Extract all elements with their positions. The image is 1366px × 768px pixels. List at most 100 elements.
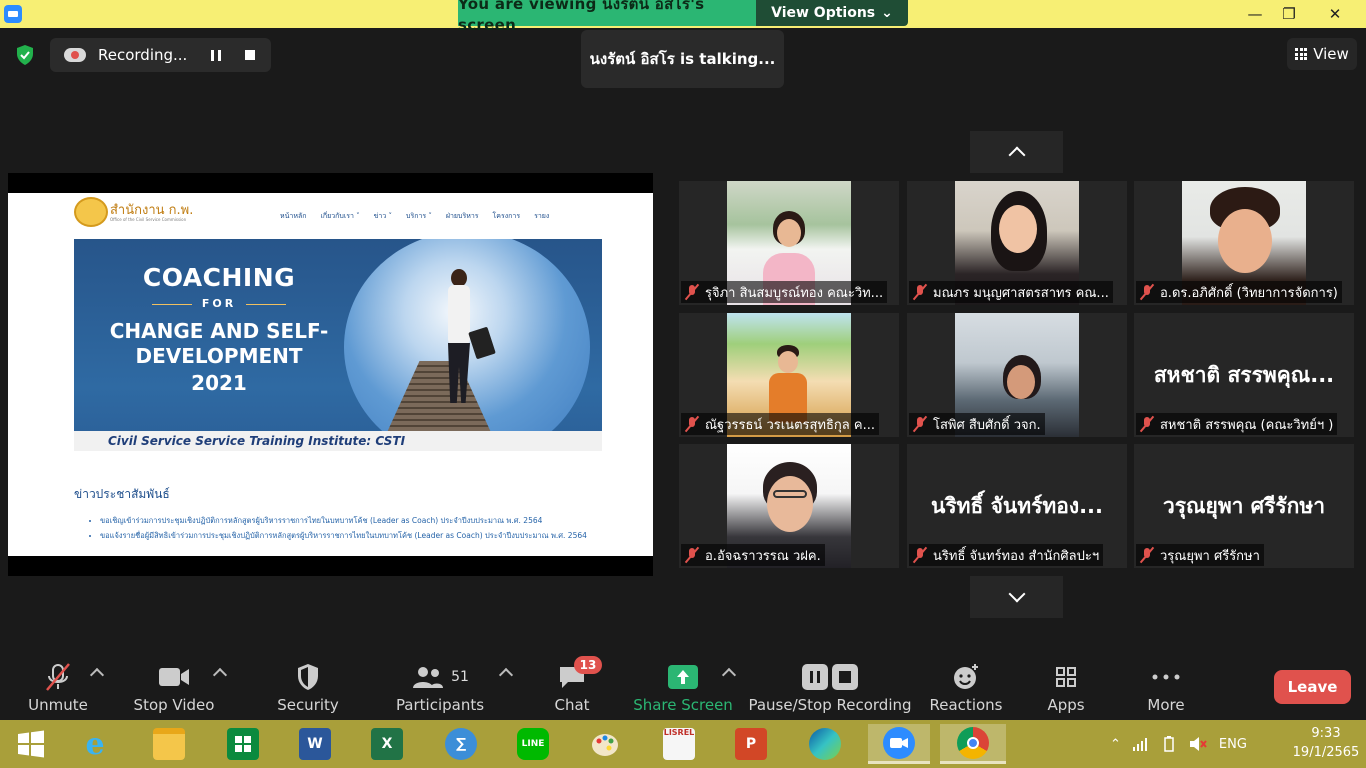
input-language[interactable]: ENG [1219, 737, 1247, 752]
cloud-recording-icon [64, 48, 86, 62]
hero-footer: Civil Service Service Training Institute… [74, 431, 602, 451]
participant-tile[interactable]: มณภร มนุญศาสตรสาทร คณ... [907, 181, 1127, 305]
shared-webpage: สำนักงาน ก.พ. Office of the Civil Servic… [8, 193, 653, 556]
lisrel-icon[interactable]: LISREL [654, 724, 704, 764]
pause-icon [211, 49, 221, 61]
security-button[interactable]: Security [276, 652, 340, 720]
word-icon[interactable]: W [290, 724, 340, 764]
participant-tile[interactable]: รุจิภา สินสมบูรณ์ทอง คณะวิท... [679, 181, 899, 305]
reaction-smiley-icon [952, 662, 980, 692]
powerpoint-icon[interactable]: P [726, 724, 776, 764]
participant-tile[interactable]: สหชาติ สรรพคุณ... สหชาติ สรรพคุณ (คณะวิท… [1134, 313, 1354, 437]
reactions-label: Reactions [929, 696, 1003, 714]
news-item: ขอเชิญเข้าร่วมการประชุมเชิงปฏิบัติการหลั… [100, 513, 610, 528]
hero-subtitle: CHANGE AND SELF-DEVELOPMENT [109, 319, 329, 368]
excel-icon-label: X [371, 728, 403, 760]
stop-icon [245, 50, 255, 60]
viewing-banner: You are viewing นงรัตน์ อิสโร's screen [458, 0, 756, 34]
pause-recording-button[interactable] [204, 43, 228, 67]
signal-icon[interactable] [1132, 737, 1149, 751]
unmute-button[interactable]: Unmute [26, 652, 90, 720]
zoom-window: You are viewing นงรัตน์ อิสโร's screen V… [0, 0, 1366, 768]
gallery-prev-button[interactable] [970, 131, 1063, 173]
hero-for-text: FOR [201, 297, 237, 310]
participant-tile[interactable]: โสพิศ สืบศักดิ์ วจก. [907, 313, 1127, 437]
clock-time: 9:33 [1311, 726, 1341, 741]
mic-muted-icon [911, 283, 929, 301]
zoom-logo-icon [4, 5, 22, 23]
participant-tile[interactable]: อ.อัจฉราวรรณ วฝค. [679, 444, 899, 568]
pause-stop-recording-label: Pause/Stop Recording [748, 696, 912, 714]
participant-name: อ.อัจฉราวรรณ วฝค. [705, 548, 821, 564]
nav-item: บริการ ˅ [406, 212, 432, 220]
windows-start-icon[interactable] [6, 724, 56, 764]
participant-tile[interactable]: ณัฐวรรธน์ วรเนตรสุทธิกุล ค... [679, 313, 899, 437]
ocsc-logo-icon [74, 197, 108, 227]
audio-options-caret[interactable] [89, 667, 105, 683]
excel-icon[interactable]: X [362, 724, 412, 764]
share-status-bar: You are viewing นงรัตน์ อิสโร's screen V… [0, 0, 1366, 34]
clock-date: 19/1/2565 [1292, 745, 1360, 760]
calculator-icon-label: ∑ [445, 728, 477, 760]
show-hidden-icons-icon[interactable]: ⌃ [1110, 737, 1121, 752]
participants-button[interactable]: 51 Participants [395, 652, 485, 720]
internet-explorer-icon[interactable]: e [70, 724, 120, 764]
edge-icon[interactable] [800, 724, 850, 764]
more-dots-icon [1151, 662, 1181, 692]
lisrel-icon-label: LISREL [663, 728, 695, 760]
restore-icon[interactable]: ❐ [1268, 0, 1310, 28]
participants-options-caret[interactable] [498, 667, 514, 683]
participant-tile[interactable]: นริทธิ์ จันทร์ทอง... นริทธิ์ จันทร์ทอง ส… [907, 444, 1127, 568]
line-icon[interactable]: LINE [508, 724, 558, 764]
more-button[interactable]: More [1140, 652, 1192, 720]
stop-recording-button[interactable] [238, 43, 262, 67]
chevron-up-icon [1008, 146, 1025, 164]
calculator-icon[interactable]: ∑ [436, 724, 486, 764]
close-icon[interactable]: ✕ [1314, 0, 1356, 28]
pause-stop-recording-button[interactable]: Pause/Stop Recording [748, 652, 912, 720]
share-screen-button[interactable]: Share Screen [633, 652, 733, 720]
apps-icon [1054, 662, 1078, 692]
participant-name-bar: วรุณยุพา ศรีรักษา [1136, 544, 1264, 566]
mic-muted-icon [1138, 415, 1156, 433]
zoom-icon[interactable] [868, 724, 930, 764]
participant-name: สหชาติ สรรพคุณ (คณะวิทย์ฯ ) [1160, 417, 1334, 433]
leave-button[interactable]: Leave [1274, 670, 1351, 704]
battery-icon[interactable] [1161, 736, 1177, 752]
chevron-down-icon [1008, 585, 1025, 603]
active-speaker-banner: นงรัตน์ อิสโร is talking... [581, 30, 784, 88]
gallery-next-button[interactable] [970, 576, 1063, 618]
stop-video-button[interactable]: Stop Video [134, 652, 214, 720]
participant-tile[interactable]: อ.ดร.อภิศักดิ์ (วิทยาการจัดการ) [1134, 181, 1354, 305]
chrome-icon[interactable] [940, 724, 1006, 764]
volume-muted-icon[interactable] [1189, 736, 1207, 752]
chat-bubble-icon: 13 [558, 656, 602, 692]
view-options-button[interactable]: View Options ⌄ [756, 0, 908, 26]
video-options-caret[interactable] [212, 667, 228, 683]
grid-view-icon [1295, 48, 1308, 60]
paint-icon[interactable] [580, 724, 630, 764]
encryption-shield-icon[interactable] [14, 44, 36, 66]
chat-unread-badge: 13 [574, 656, 602, 674]
chat-button[interactable]: 13 Chat [546, 652, 602, 720]
meeting-toolbar: Unmute Stop Video Security 51 Participan… [0, 652, 1366, 720]
participants-label: Participants [395, 696, 485, 714]
system-clock[interactable]: 9:33 19/1/2565 [1290, 724, 1362, 764]
file-explorer-icon[interactable] [144, 724, 194, 764]
microsoft-store-icon[interactable] [218, 724, 268, 764]
nav-item: ข่าว ˅ [373, 212, 393, 220]
participants-icon: 51 [411, 662, 469, 692]
participant-name: นริทธิ์ จันทร์ทอง สำนักศิลปะฯ [933, 548, 1100, 564]
news-list: ขอเชิญเข้าร่วมการประชุมเชิงปฏิบัติการหลั… [90, 513, 610, 543]
participant-name-bar: สหชาติ สรรพคุณ (คณะวิทย์ฯ ) [1136, 413, 1338, 435]
hero-title: COACHING [142, 263, 296, 292]
hero-banner: COACHING FOR CHANGE AND SELF-DEVELOPMENT… [74, 239, 602, 451]
hero-for: FOR [104, 297, 334, 310]
mic-muted-icon [1138, 283, 1156, 301]
view-button[interactable]: View [1287, 38, 1357, 70]
apps-button[interactable]: Apps [1042, 652, 1090, 720]
participant-tile[interactable]: วรุณยุพา ศรีรักษา วรุณยุพา ศรีรักษา [1134, 444, 1354, 568]
mic-muted-icon [683, 283, 701, 301]
reactions-button[interactable]: Reactions [930, 652, 1002, 720]
participant-name: อ.ดร.อภิศักดิ์ (วิทยาการจัดการ) [1160, 285, 1338, 301]
